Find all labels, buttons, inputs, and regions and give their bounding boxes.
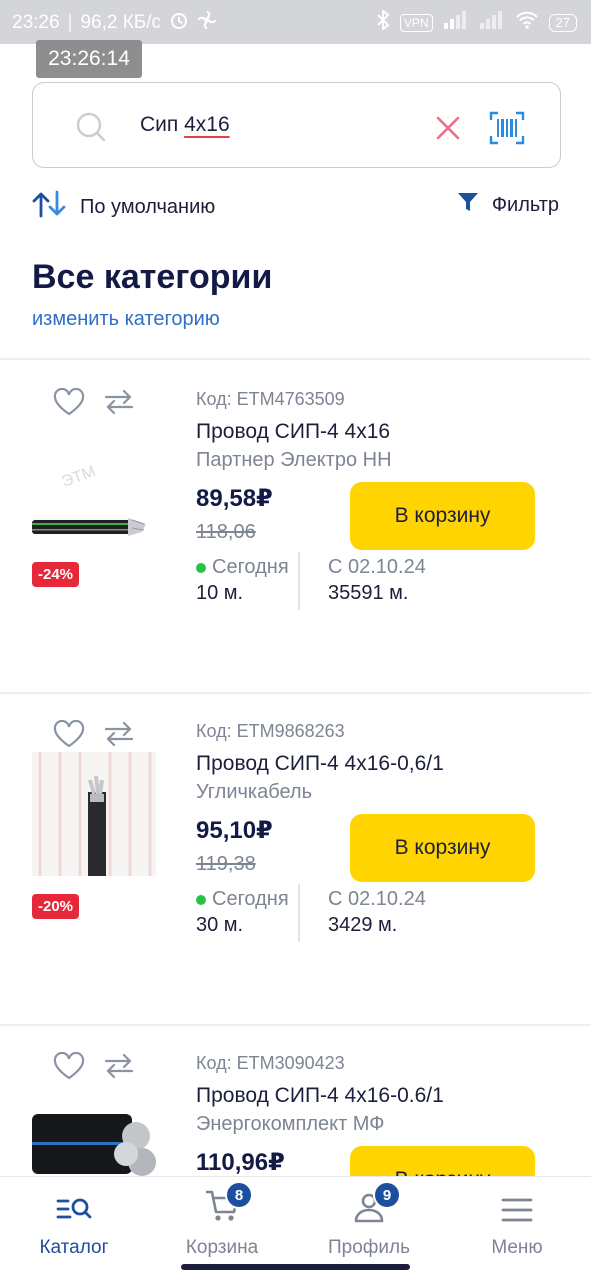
product-price: 89,58₽ xyxy=(196,485,273,512)
search-input[interactable]: Сип 4х16 xyxy=(140,113,230,137)
qty-date: 35591 м. xyxy=(328,582,409,604)
battery-indicator: 27 xyxy=(548,14,577,32)
search-query-suffix: 4х16 xyxy=(184,113,230,136)
compare-icon[interactable] xyxy=(103,389,135,420)
availability-date: С 02.10.24 xyxy=(328,888,426,910)
signal-icon xyxy=(443,11,469,35)
availability-today-label: Сегодня xyxy=(212,888,289,910)
divider xyxy=(298,884,300,942)
filter-button[interactable]: Фильтр xyxy=(456,190,559,220)
qty-today: 10 м. xyxy=(196,582,244,604)
heart-icon[interactable] xyxy=(53,387,85,421)
sort-label: По умолчанию xyxy=(80,195,216,218)
nav-cart[interactable]: 8 Корзина xyxy=(162,1181,282,1259)
product-name[interactable]: Провод СИП-4 4х16 xyxy=(196,420,390,444)
compare-icon[interactable] xyxy=(103,1053,135,1084)
barcode-scan-icon[interactable] xyxy=(489,110,525,151)
heart-icon[interactable] xyxy=(53,719,85,753)
sort-arrows-icon xyxy=(32,190,66,224)
product-card[interactable]: -20% Код: ETM9868263 Провод СИП-4 4х16-0… xyxy=(0,694,591,1024)
product-price: 95,10₽ xyxy=(196,817,273,844)
add-to-cart-button[interactable]: В корзину xyxy=(350,1146,535,1176)
product-image[interactable] xyxy=(32,1084,156,1176)
filter-label: Фильтр xyxy=(491,193,559,216)
compare-icon[interactable] xyxy=(103,721,135,752)
product-image[interactable] xyxy=(32,752,156,876)
product-card[interactable]: ЭТМ -24% Код: ETM4763509 Провод СИП-4 4х… xyxy=(0,362,591,692)
product-brand: Партнер Электро НН xyxy=(196,449,392,471)
product-name[interactable]: Провод СИП-4 4х16-0,6/1 xyxy=(196,752,444,776)
nav-profile[interactable]: 9 Профиль xyxy=(309,1181,429,1259)
availability-today-label: Сегодня xyxy=(212,556,289,578)
availability-date: С 02.10.24 xyxy=(328,556,426,578)
alarm-icon xyxy=(169,10,189,36)
nav-menu-label: Меню xyxy=(491,1237,543,1258)
product-name[interactable]: Провод СИП-4 4х16-0.6/1 xyxy=(196,1084,444,1108)
add-to-cart-button[interactable]: В корзину xyxy=(350,814,535,882)
cart-count-badge: 8 xyxy=(225,1181,253,1209)
fan-icon xyxy=(197,10,217,36)
discount-badge: -20% xyxy=(32,894,80,919)
vpn-icon: VPN xyxy=(399,14,433,32)
filter-icon xyxy=(456,190,480,220)
qty-today: 30 м. xyxy=(196,914,244,936)
nav-profile-label: Профиль xyxy=(327,1237,411,1258)
close-icon[interactable] xyxy=(435,115,461,146)
product-brand: Угличкабель xyxy=(196,781,313,803)
availability-today: Сегодня xyxy=(196,556,289,579)
product-image[interactable]: ЭТМ xyxy=(32,420,156,544)
product-code: Код: ETM3090423 xyxy=(196,1053,345,1073)
sort-filter-bar: По умолчанию Фильтр xyxy=(32,190,559,226)
signal-icon-2 xyxy=(479,11,505,35)
hamburger-menu-icon xyxy=(501,1197,533,1229)
product-code: Код: ETM9868263 xyxy=(196,721,345,741)
search-icon xyxy=(75,111,107,148)
product-old-price: 118,06 xyxy=(196,521,256,543)
in-stock-dot xyxy=(196,894,206,905)
search-box[interactable]: Сип 4х16 xyxy=(32,82,561,168)
product-code: Код: ETM4763509 xyxy=(196,389,345,409)
search-query-prefix: Сип xyxy=(140,113,185,136)
product-card[interactable]: Код: ETM3090423 Провод СИП-4 4х16-0.6/1 … xyxy=(0,1026,591,1176)
discount-badge: -24% xyxy=(32,562,80,587)
catalog-search-icon xyxy=(56,1195,92,1229)
status-speed: 96,2 КБ/с xyxy=(80,12,162,33)
product-brand: Энергокомплект МФ xyxy=(196,1113,385,1135)
add-to-cart-button[interactable]: В корзину xyxy=(350,482,535,550)
wifi-icon xyxy=(515,11,539,35)
sort-button[interactable]: По умолчанию xyxy=(32,190,215,224)
qty-date: 3429 м. xyxy=(328,914,398,936)
home-indicator[interactable] xyxy=(181,1264,410,1270)
page-title: Все категории xyxy=(32,258,273,296)
nav-catalog-label: Каталог xyxy=(39,1237,109,1258)
divider xyxy=(0,358,591,360)
bluetooth-icon xyxy=(376,8,390,36)
availability-today: Сегодня xyxy=(196,888,289,911)
nav-menu[interactable]: Меню xyxy=(457,1187,577,1259)
overlay-clock: 23:26:14 xyxy=(36,40,142,78)
product-old-price: 119,38 xyxy=(196,853,256,875)
change-category-link[interactable]: изменить категорию xyxy=(32,308,220,331)
product-price: 110,96₽ xyxy=(196,1149,285,1176)
status-bar: 23:26 | 96,2 КБ/с VPN 27 xyxy=(0,0,591,44)
profile-count-badge: 9 xyxy=(373,1181,401,1209)
status-time: 23:26 xyxy=(12,12,60,33)
heart-icon[interactable] xyxy=(53,1051,85,1085)
divider xyxy=(298,552,300,610)
nav-cart-label: Корзина xyxy=(185,1237,259,1258)
nav-catalog[interactable]: Каталог xyxy=(14,1187,134,1259)
svg-text:ЭТМ: ЭТМ xyxy=(60,463,98,491)
in-stock-dot xyxy=(196,562,206,573)
